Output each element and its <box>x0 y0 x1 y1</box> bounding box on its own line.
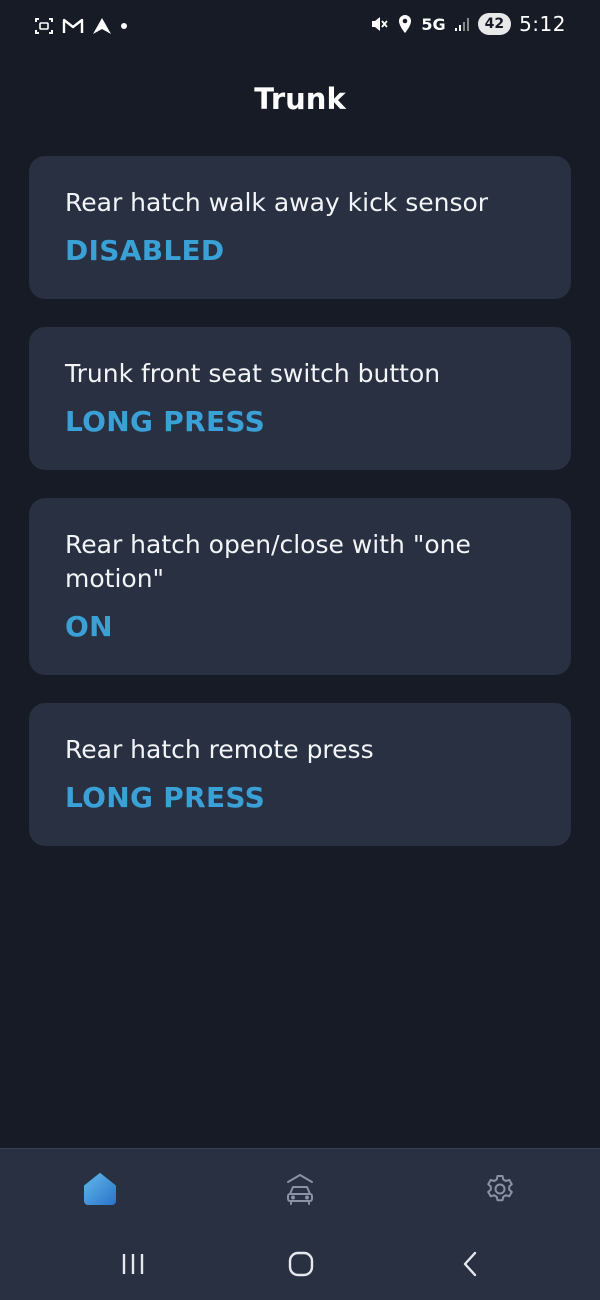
nav-vehicle-button[interactable] <box>280 1171 320 1211</box>
setting-value: ON <box>65 610 113 643</box>
setting-label: Rear hatch open/close with "one motion" <box>65 530 471 593</box>
gmail-icon <box>62 17 84 35</box>
setting-card-kick-sensor[interactable]: Rear hatch walk away kick sensor DISABLE… <box>29 156 571 299</box>
status-bar: 5G 42 5:12 <box>0 0 600 56</box>
setting-value: DISABLED <box>65 234 225 267</box>
setting-label: Rear hatch walk away kick sensor <box>65 188 489 217</box>
signal-icon <box>454 16 470 32</box>
home-icon <box>82 1172 118 1210</box>
chevron-left-icon <box>460 1251 480 1281</box>
page-title: Trunk <box>254 82 346 116</box>
system-nav-bar <box>0 1232 600 1300</box>
back-button[interactable] <box>450 1250 490 1282</box>
home-circle-icon <box>288 1251 314 1281</box>
location-icon <box>397 14 413 34</box>
app-screen: 5G 42 5:12 Trunk Rear hatch walk away ki… <box>0 0 600 1300</box>
status-bar-left <box>34 16 128 36</box>
clock: 5:12 <box>519 12 566 36</box>
bottom-nav <box>0 1148 600 1233</box>
mute-icon <box>369 14 389 34</box>
setting-card-one-motion[interactable]: Rear hatch open/close with "one motion" … <box>29 498 571 675</box>
nav-settings-button[interactable] <box>480 1171 520 1211</box>
screenshot-icon <box>34 16 54 36</box>
settings-list: Rear hatch walk away kick sensor DISABLE… <box>29 156 571 874</box>
nav-home-button[interactable] <box>80 1171 120 1211</box>
setting-card-remote-press[interactable]: Rear hatch remote press LONG PRESS <box>29 703 571 846</box>
battery-level: 42 <box>477 13 512 35</box>
status-bar-right: 5G 42 5:12 <box>369 12 566 36</box>
gear-icon <box>484 1173 516 1209</box>
recent-apps-button[interactable] <box>113 1250 153 1282</box>
network-type: 5G <box>421 14 446 34</box>
setting-label: Trunk front seat switch button <box>65 359 441 388</box>
car-garage-icon <box>282 1171 318 1211</box>
setting-value: LONG PRESS <box>65 405 266 438</box>
setting-value: LONG PRESS <box>65 781 266 814</box>
recent-apps-icon <box>119 1252 147 1280</box>
setting-label: Rear hatch remote press <box>65 735 374 764</box>
notification-dot-icon <box>120 22 128 30</box>
system-home-button[interactable] <box>281 1250 321 1282</box>
setting-card-front-seat-switch[interactable]: Trunk front seat switch button LONG PRES… <box>29 327 571 470</box>
android-auto-icon <box>92 17 112 35</box>
